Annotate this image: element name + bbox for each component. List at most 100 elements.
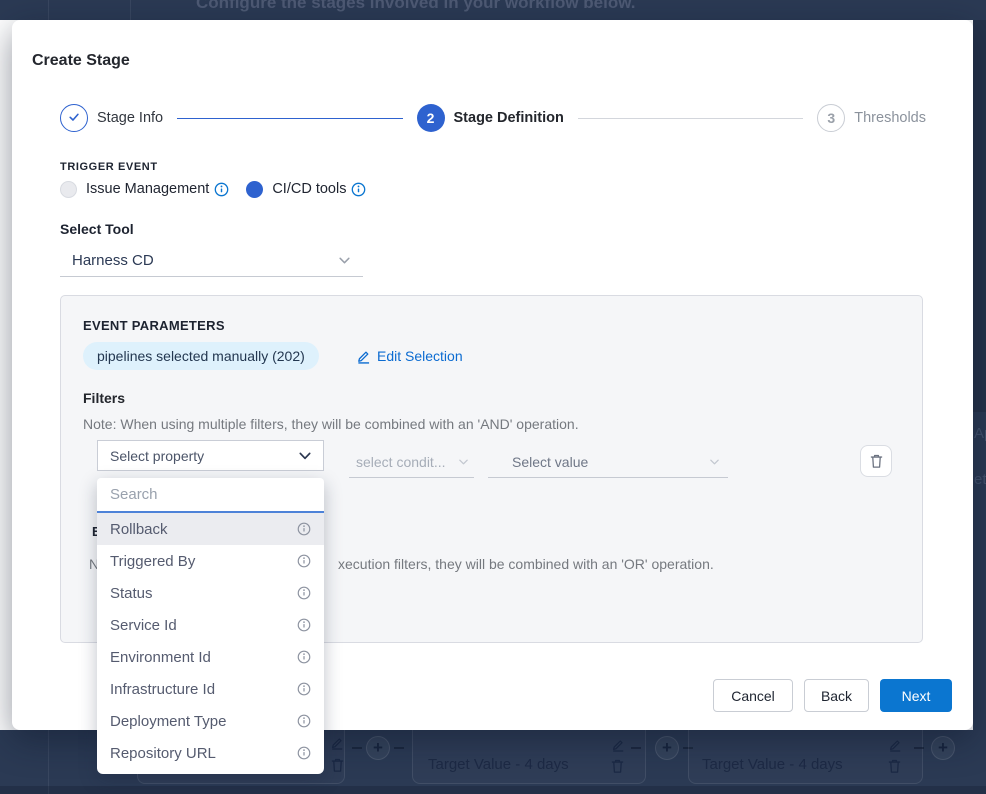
- dropdown-item-environment-id[interactable]: Environment Id: [97, 641, 324, 673]
- background-stage-card: Target Value - 4 days: [688, 730, 923, 784]
- connector-dash: [394, 747, 404, 749]
- chevron-down-icon: [338, 256, 351, 265]
- create-stage-modal: Create Stage Stage Info 2 Stage Definiti…: [12, 20, 973, 730]
- stage-card-label: Target Value - 4 days: [428, 756, 569, 773]
- connector-dash: [631, 747, 641, 749]
- next-button[interactable]: Next: [880, 679, 952, 712]
- property-select[interactable]: Select property: [97, 440, 324, 471]
- check-icon: [67, 110, 81, 127]
- info-icon[interactable]: [351, 182, 366, 197]
- info-icon[interactable]: [297, 586, 311, 600]
- background-divider: [48, 730, 49, 794]
- trash-icon: [610, 758, 625, 779]
- edit-selection-link[interactable]: Edit Selection: [356, 348, 463, 364]
- background-divider: [130, 0, 131, 20]
- radio-issue-management[interactable]: [60, 181, 77, 198]
- trigger-event-options: Issue Management CI/CD tools: [60, 180, 366, 198]
- modal-title: Create Stage: [32, 52, 130, 70]
- chevron-down-icon: [709, 458, 720, 466]
- back-button[interactable]: Back: [804, 679, 869, 712]
- add-stage-button: +: [366, 736, 390, 760]
- filters-heading: Filters: [83, 390, 125, 406]
- trash-icon: [869, 453, 884, 469]
- step-stage-definition-label[interactable]: Stage Definition: [454, 110, 564, 126]
- plus-icon: +: [938, 738, 948, 757]
- background-band: [0, 786, 986, 794]
- delete-filter-button[interactable]: [860, 445, 892, 477]
- info-icon[interactable]: [297, 714, 311, 728]
- radio-cicd-tools[interactable]: [246, 181, 263, 198]
- search-input[interactable]: [110, 486, 300, 503]
- info-icon[interactable]: [297, 554, 311, 568]
- step-number: 3: [827, 110, 835, 126]
- execution-note-fragment-right: xecution filters, they will be combined …: [338, 556, 714, 572]
- info-icon[interactable]: [297, 746, 311, 760]
- condition-select[interactable]: select condit...: [349, 446, 474, 478]
- dropdown-item-label: Environment Id: [110, 649, 211, 666]
- info-icon[interactable]: [297, 618, 311, 632]
- add-stage-button: +: [931, 736, 955, 760]
- add-stage-button: +: [655, 736, 679, 760]
- trash-icon: [330, 757, 345, 778]
- property-dropdown: Rollback Triggered By Status Service Id …: [97, 478, 324, 774]
- edit-icon: [356, 349, 371, 364]
- event-parameters-heading: EVENT PARAMETERS: [83, 318, 225, 333]
- dropdown-item-label: Infrastructure Id: [110, 681, 215, 698]
- value-select[interactable]: Select value: [488, 446, 728, 478]
- step-stage-info-circle[interactable]: [60, 104, 88, 132]
- edit-selection-label: Edit Selection: [377, 348, 463, 364]
- dropdown-item-label: Triggered By: [110, 553, 195, 570]
- tool-select[interactable]: Harness CD: [60, 244, 363, 277]
- stepper-connector: [578, 118, 803, 119]
- background-card-shade: [973, 20, 986, 412]
- dropdown-item-label: Rollback: [110, 521, 168, 538]
- tool-select-value: Harness CD: [72, 252, 338, 269]
- background-divider: [48, 0, 49, 20]
- step-stage-definition-circle[interactable]: 2: [417, 104, 445, 132]
- stage-card-label: Target Value - 4 days: [702, 756, 843, 773]
- radio-cicd-tools-label[interactable]: CI/CD tools: [272, 181, 346, 197]
- step-thresholds-circle[interactable]: 3: [817, 104, 845, 132]
- stepper-connector: [177, 118, 402, 119]
- edit-icon: [330, 736, 344, 755]
- radio-issue-management-label[interactable]: Issue Management: [86, 181, 209, 197]
- dropdown-item-repository-url[interactable]: Repository URL: [97, 737, 324, 769]
- plus-icon: +: [373, 738, 383, 757]
- background-text-fragment: Ap: [974, 425, 986, 442]
- step-thresholds-label[interactable]: Thresholds: [854, 110, 926, 126]
- connector-dash: [352, 747, 362, 749]
- dropdown-item-rollback[interactable]: Rollback: [97, 513, 324, 545]
- trigger-event-label: TRIGGER EVENT: [60, 161, 158, 173]
- dropdown-search[interactable]: [97, 478, 324, 513]
- info-icon[interactable]: [297, 522, 311, 536]
- dropdown-item-triggered-by[interactable]: Triggered By: [97, 545, 324, 577]
- dropdown-item-service-id[interactable]: Service Id: [97, 609, 324, 641]
- step-stage-info-label[interactable]: Stage Info: [97, 110, 163, 126]
- dropdown-item-label: Deployment Type: [110, 713, 226, 730]
- trash-icon: [887, 758, 902, 779]
- dropdown-item-status[interactable]: Status: [97, 577, 324, 609]
- dropdown-item-label: Repository URL: [110, 745, 216, 762]
- background-text-fragment: et: [974, 471, 986, 488]
- dropdown-item-label: Service Id: [110, 617, 177, 634]
- info-icon[interactable]: [297, 682, 311, 696]
- property-select-placeholder: Select property: [110, 448, 298, 464]
- pipelines-selected-chip: pipelines selected manually (202): [83, 342, 319, 370]
- background-page-heading: Configure the stages involved in your wo…: [196, 0, 636, 13]
- condition-select-placeholder: select condit...: [356, 454, 458, 470]
- info-icon[interactable]: [214, 182, 229, 197]
- cancel-button[interactable]: Cancel: [713, 679, 793, 712]
- background-stage-card: Target Value - 4 days: [412, 730, 646, 784]
- dropdown-item-label: Status: [110, 585, 153, 602]
- edit-icon: [888, 738, 902, 757]
- connector-dash: [914, 747, 924, 749]
- dropdown-item-infrastructure-id[interactable]: Infrastructure Id: [97, 673, 324, 705]
- plus-icon: +: [662, 738, 672, 757]
- dropdown-item-deployment-type[interactable]: Deployment Type: [97, 705, 324, 737]
- background-overlay-top: Configure the stages involved in your wo…: [0, 0, 986, 20]
- chevron-down-icon: [458, 458, 469, 466]
- filters-note: Note: When using multiple filters, they …: [83, 416, 579, 432]
- select-tool-label: Select Tool: [60, 221, 134, 237]
- info-icon[interactable]: [297, 650, 311, 664]
- edit-icon: [611, 738, 625, 757]
